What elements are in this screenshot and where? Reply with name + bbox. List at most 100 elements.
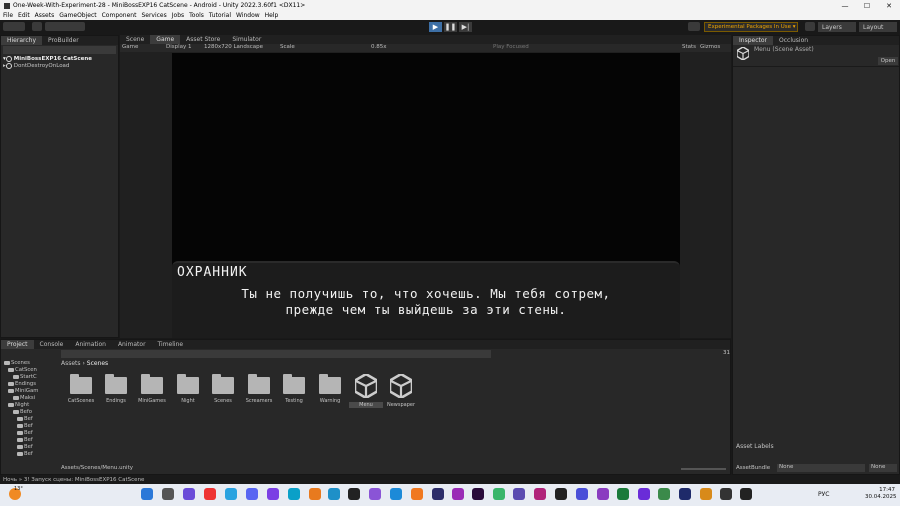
app-icon[interactable] (288, 488, 300, 500)
tree-item[interactable]: Scenes (4, 360, 30, 366)
gizmos-button[interactable]: Gizmos (700, 44, 720, 50)
menu-tools[interactable]: Tools (189, 12, 204, 19)
dontdestroy-item[interactable]: ▸ DontDestroyOnLoad (3, 63, 69, 69)
scene-newspaper[interactable]: Newspaper (384, 374, 418, 408)
scene-menu[interactable]: Menu (349, 374, 383, 408)
tab-animation[interactable]: Animation (69, 340, 112, 349)
tab-console[interactable]: Console (34, 340, 70, 349)
clock[interactable]: 17:47 30.04.2025 (865, 487, 897, 501)
account-dropdown[interactable] (3, 22, 25, 31)
tree-item[interactable]: Endings (8, 381, 36, 387)
unity-hub-icon[interactable] (348, 488, 360, 500)
scale-value[interactable]: 0.85x (371, 44, 387, 50)
tab-animator[interactable]: Animator (112, 340, 152, 349)
folder-scenes[interactable]: Scenes (206, 374, 240, 404)
folder-night[interactable]: Night (171, 374, 205, 404)
play-focused-dropdown[interactable]: Play Focused (493, 44, 529, 50)
tab-probuilder[interactable]: ProBuilder (42, 36, 85, 45)
game-viewport[interactable]: ОХРАННИК Ты не получишь то, что хочешь. … (172, 53, 680, 338)
version-control-dropdown[interactable] (45, 22, 85, 31)
resolution-dropdown[interactable]: 1280x720 Landscape (204, 44, 263, 50)
app-icon[interactable] (411, 488, 423, 500)
app-icon[interactable] (513, 488, 525, 500)
tab-simulator[interactable]: Simulator (226, 35, 267, 44)
app-icon[interactable] (534, 488, 546, 500)
cloud-icon[interactable] (32, 22, 42, 31)
pause-button[interactable]: ❚❚ (444, 22, 457, 32)
menu-services[interactable]: Services (141, 12, 166, 19)
language-indicator[interactable]: РУС (818, 491, 829, 498)
github-icon[interactable] (720, 488, 732, 500)
app-icon[interactable] (452, 488, 464, 500)
tree-item[interactable]: Bef (17, 416, 33, 422)
play-button[interactable]: ▶ (429, 22, 442, 32)
assetbundle-dropdown[interactable]: None (777, 464, 865, 472)
tab-asset-store[interactable]: Asset Store (180, 35, 226, 44)
app-icon[interactable] (493, 488, 505, 500)
stats-button[interactable]: Stats (682, 44, 696, 50)
after-effects-icon[interactable] (472, 488, 484, 500)
hierarchy-search-input[interactable] (3, 46, 116, 54)
app-icon[interactable] (679, 488, 691, 500)
folder-testing[interactable]: Testing (277, 374, 311, 404)
unity-editor-icon[interactable] (740, 488, 752, 500)
step-button[interactable]: ▶| (459, 22, 472, 32)
tree-item[interactable]: Night (8, 402, 29, 408)
windows-start-icon[interactable] (141, 488, 153, 500)
menu-jobs[interactable]: Jobs (172, 12, 184, 19)
history-icon[interactable] (688, 22, 700, 31)
breadcrumb-scenes[interactable]: Scenes (87, 360, 108, 367)
layers-dropdown[interactable]: Layers (818, 22, 856, 32)
menu-file[interactable]: File (3, 12, 13, 19)
app-icon[interactable] (432, 488, 444, 500)
blender-icon[interactable] (309, 488, 321, 500)
tree-item[interactable]: CatScen (8, 367, 37, 373)
menu-help[interactable]: Help (265, 12, 279, 19)
icon-size-slider[interactable] (681, 468, 726, 470)
telegram-icon[interactable] (225, 488, 237, 500)
folder-endings[interactable]: Endings (99, 374, 133, 404)
tree-item[interactable]: Maksi (13, 395, 35, 401)
tree-item[interactable]: Bef (17, 423, 33, 429)
app-icon[interactable] (328, 488, 340, 500)
app-icon[interactable] (183, 488, 195, 500)
app-icon[interactable] (617, 488, 629, 500)
app-icon[interactable] (597, 488, 609, 500)
menu-window[interactable]: Window (236, 12, 260, 19)
menu-assets[interactable]: Assets (35, 12, 55, 19)
tab-inspector[interactable]: Inspector (733, 36, 773, 45)
vscode-icon[interactable] (390, 488, 402, 500)
breadcrumb-assets[interactable]: Assets (61, 360, 81, 367)
project-search-input[interactable] (61, 350, 491, 358)
tab-scene[interactable]: Scene (120, 35, 150, 44)
yandex-icon[interactable] (204, 488, 216, 500)
layout-dropdown[interactable]: Layout (859, 22, 897, 32)
app-icon[interactable] (576, 488, 588, 500)
tab-hierarchy[interactable]: Hierarchy (1, 36, 43, 45)
search-icon[interactable] (162, 488, 174, 500)
tab-timeline[interactable]: Timeline (152, 340, 190, 349)
close-button[interactable]: ✕ (878, 0, 900, 11)
app-icon[interactable] (658, 488, 670, 500)
app-icon[interactable] (555, 488, 567, 500)
folder-warning[interactable]: Warning (313, 374, 347, 404)
tree-item[interactable]: Bef (17, 437, 33, 443)
scene-root-item[interactable]: ▾ MiniBossEXP16 CatScene (3, 56, 92, 62)
tab-project[interactable]: Project (1, 340, 34, 349)
tab-occlusion[interactable]: Occlusion (773, 36, 814, 45)
folder-minigames[interactable]: MiniGames (135, 374, 169, 404)
app-icon[interactable] (638, 488, 650, 500)
folder-screamers[interactable]: Screamers (242, 374, 276, 404)
variant-dropdown[interactable]: None (869, 464, 897, 472)
visual-studio-icon[interactable] (369, 488, 381, 500)
menu-edit[interactable]: Edit (18, 12, 30, 19)
experimental-packages-button[interactable]: Experimental Packages In Use ▾ (704, 22, 798, 32)
tree-item[interactable]: Bef (17, 444, 33, 450)
tree-item[interactable]: Bef (17, 430, 33, 436)
search-icon[interactable] (805, 22, 815, 31)
menu-gameobject[interactable]: GameObject (59, 12, 96, 19)
maximize-button[interactable]: ☐ (856, 0, 878, 11)
tree-item[interactable]: Bef (17, 451, 33, 457)
menu-tutorial[interactable]: Tutorial (209, 12, 231, 19)
menu-component[interactable]: Component (102, 12, 137, 19)
